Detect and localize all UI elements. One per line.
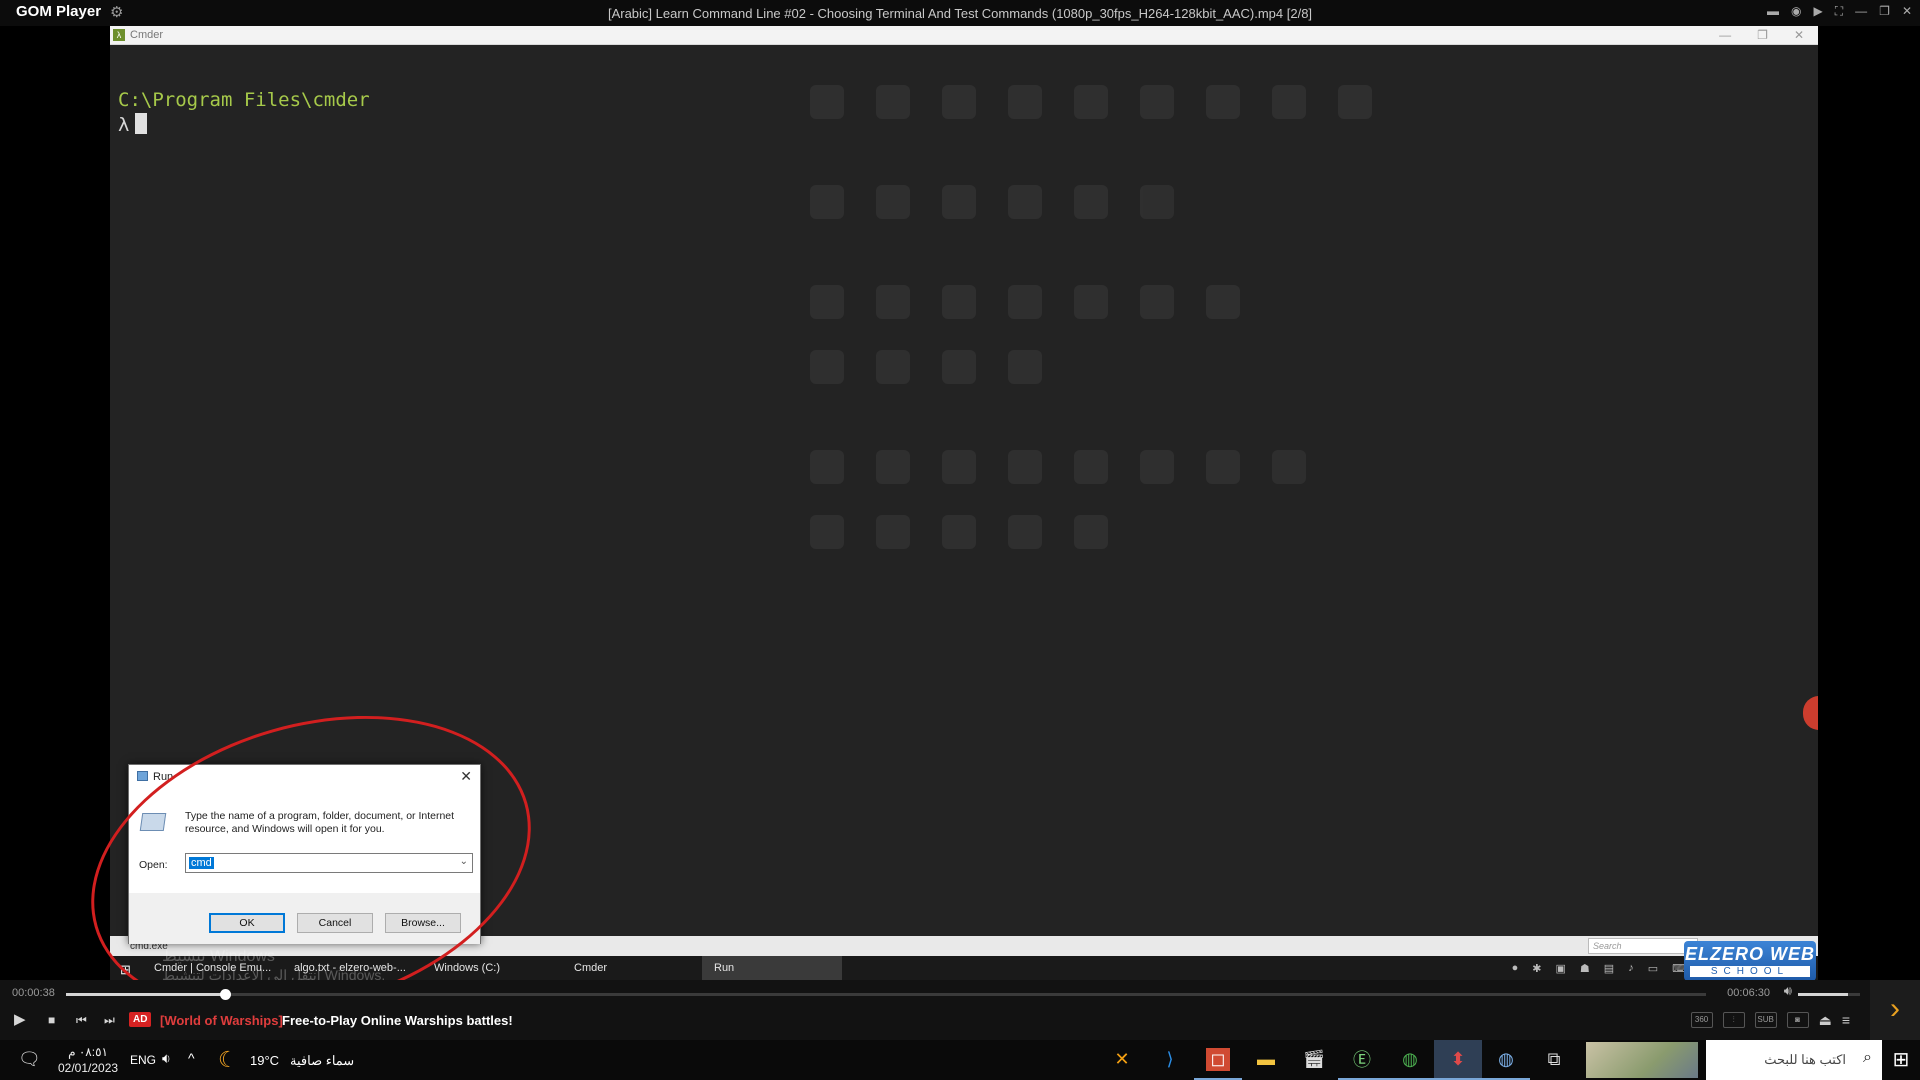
elapsed-time: 00:00:38 <box>12 987 55 999</box>
task-view-icon[interactable]: ⧉ <box>1530 1040 1578 1080</box>
windows-start-icon[interactable]: ⊞ <box>1882 1040 1920 1080</box>
lambda-icon: λ <box>113 29 125 41</box>
volume-slider-fill <box>1798 993 1848 996</box>
tray-icon[interactable]: ▤ <box>1604 962 1614 975</box>
subtitle-icon[interactable]: SUB <box>1754 1012 1777 1028</box>
chevron-right-icon[interactable]: › <box>1870 980 1920 1040</box>
chrome-icon[interactable]: ◍ <box>1386 1040 1434 1080</box>
gom-titlebar: GOM Player ⚙ [Arabic] Learn Command Line… <box>0 0 1920 26</box>
prompt-symbol: λ <box>118 114 130 136</box>
total-duration: 00:06:30 <box>1727 987 1770 999</box>
player-right-controls: 360 ⫶ SUB ◙ ⏏ ≡ <box>1690 1012 1850 1029</box>
seek-bar-fill <box>66 993 226 996</box>
stop-icon[interactable]: ■ <box>48 1013 55 1027</box>
text-cursor <box>135 113 148 134</box>
cmder-window-title: Cmder <box>130 29 164 41</box>
vr-360-icon[interactable]: 360 <box>1690 1012 1713 1028</box>
equalizer-icon[interactable]: ⫶ <box>1722 1012 1745 1028</box>
clock[interactable]: ٠٨:٥١ م 02/01/2023 <box>58 1044 118 1076</box>
player-controls: 00:00:38 00:06:30 🔊︎ ▶ ■ ⏮︎ ⏭︎ AD [World… <box>0 980 1920 1040</box>
seek-bar-handle[interactable] <box>220 989 232 1000</box>
minimize-icon[interactable]: — <box>1855 4 1867 19</box>
restore-icon[interactable]: ❐ <box>1757 28 1768 42</box>
mini-mode-icon[interactable]: ▬ <box>1767 4 1779 19</box>
language-indicator[interactable]: ENG <box>130 1053 156 1067</box>
tray-icon[interactable]: ☗ <box>1580 962 1590 975</box>
chrome-dev-icon[interactable]: ◍ <box>1482 1040 1530 1080</box>
ad-brand[interactable]: [World of Warships] <box>160 1013 283 1028</box>
cmder-titlebar: λ Cmder — ❐ ✕ <box>110 26 1818 45</box>
minimize-icon[interactable]: — <box>1719 28 1731 42</box>
windows-taskbar: 🗨︎ ٠٨:٥١ م 02/01/2023 ENG 🔉︎ ^ ☾ 19°C سم… <box>0 1040 1920 1080</box>
moon-icon[interactable]: ☾ <box>218 1047 238 1073</box>
previous-icon[interactable]: ⏮︎ <box>76 1013 87 1028</box>
ad-text[interactable]: Free-to-Play Online Warships battles! <box>282 1013 513 1028</box>
pinned-apps: ✕ ⟩ ◻ ▬ 🎬︎ Ⓔ ◍ ⬍ ◍ ⧉ <box>1098 1040 1578 1080</box>
search-icon: ⌕ <box>1863 1049 1872 1066</box>
pin-icon[interactable]: ◉ <box>1791 4 1801 19</box>
search-highlight-image[interactable] <box>1586 1042 1698 1078</box>
cmder-window-controls: — ❐ ✕ <box>1719 28 1804 42</box>
maximize-icon[interactable]: ❐ <box>1879 4 1890 19</box>
tray-icon[interactable]: ▣ <box>1556 962 1566 975</box>
taskbar-item-run[interactable]: Run <box>702 956 842 982</box>
video-area[interactable]: λ Cmder — ❐ ✕ C:\Program Files\cmder λ c… <box>6 26 1914 1063</box>
close-icon[interactable]: ✕ <box>1902 4 1912 19</box>
vscode-icon[interactable]: ⟩ <box>1146 1040 1194 1080</box>
volume-icon[interactable]: 🔉︎ <box>162 1050 171 1067</box>
volume-icon[interactable]: 🔊︎ <box>1784 983 1792 999</box>
elzero-logo: ELZERO WEB SCHOOL <box>1684 941 1816 981</box>
volume-slider[interactable] <box>1798 993 1860 996</box>
menu-icon[interactable]: ≡ <box>1842 1012 1850 1029</box>
gom-window-controls: ▬ ◉ ▶ ⛶ — ❐ ✕ <box>1767 4 1912 19</box>
video-editor-icon[interactable]: 🎬︎ <box>1290 1040 1338 1080</box>
office-icon[interactable]: ◻ <box>1194 1040 1242 1080</box>
console-path: C:\Program Files\cmder <box>118 89 370 111</box>
ide-icon[interactable]: Ⓔ <box>1338 1040 1386 1080</box>
search-placeholder: اكتب هنا للبحث <box>1764 1052 1846 1067</box>
console-prompt: λ <box>118 113 148 136</box>
temperature[interactable]: 19°C <box>250 1053 279 1068</box>
video-title: [Arabic] Learn Command Line #02 - Choosi… <box>607 6 1313 21</box>
close-icon[interactable]: ✕ <box>1794 28 1804 42</box>
volume-icon[interactable]: ♪ <box>1628 962 1634 975</box>
next-icon[interactable]: ⏭︎ <box>104 1013 115 1028</box>
tray-icon[interactable]: ● <box>1512 962 1519 975</box>
clock-date: 02/01/2023 <box>58 1061 119 1075</box>
play-icon[interactable]: ▶ <box>14 1010 26 1028</box>
camera-icon[interactable]: ◙ <box>1786 1012 1809 1028</box>
search-box[interactable]: اكتب هنا للبحث ⌕ <box>1706 1040 1882 1080</box>
network-icon[interactable]: ▭ <box>1648 962 1658 975</box>
background-desktop-icons <box>810 85 1420 625</box>
recorded-tray: ● ✱ ▣ ☗ ▤ ♪ ▭ ⌨ <box>1512 962 1688 975</box>
ad-badge: AD <box>129 1012 152 1027</box>
taskbar-item-cmder[interactable]: Cmder <box>562 956 702 982</box>
elzero-logo-line1: ELZERO WEB <box>1685 944 1815 964</box>
weather-description[interactable]: سماء صافية <box>290 1053 354 1069</box>
eject-icon[interactable]: ⏏ <box>1819 1012 1832 1029</box>
play-icon[interactable]: ▶ <box>1814 4 1823 19</box>
elzero-logo-line2: SCHOOL <box>1690 966 1810 977</box>
notification-icon[interactable]: 🗨︎ <box>18 1049 41 1070</box>
taskbar-item-windows-c[interactable]: Windows (C:) <box>422 956 562 982</box>
file-explorer-icon[interactable]: ▬ <box>1242 1040 1290 1080</box>
tray-icon[interactable]: ✱ <box>1532 962 1541 975</box>
xampp-icon[interactable]: ✕ <box>1098 1040 1146 1080</box>
chevron-up-icon[interactable]: ^ <box>188 1050 195 1066</box>
run-icon <box>137 771 148 781</box>
cmder-search-input[interactable]: Search <box>1588 938 1698 954</box>
git-icon[interactable]: ⬍ <box>1434 1040 1482 1080</box>
fullscreen-icon[interactable]: ⛶ <box>1835 4 1843 19</box>
clock-time: ٠٨:٥١ م <box>68 1045 108 1059</box>
seek-bar[interactable] <box>66 989 1706 1000</box>
